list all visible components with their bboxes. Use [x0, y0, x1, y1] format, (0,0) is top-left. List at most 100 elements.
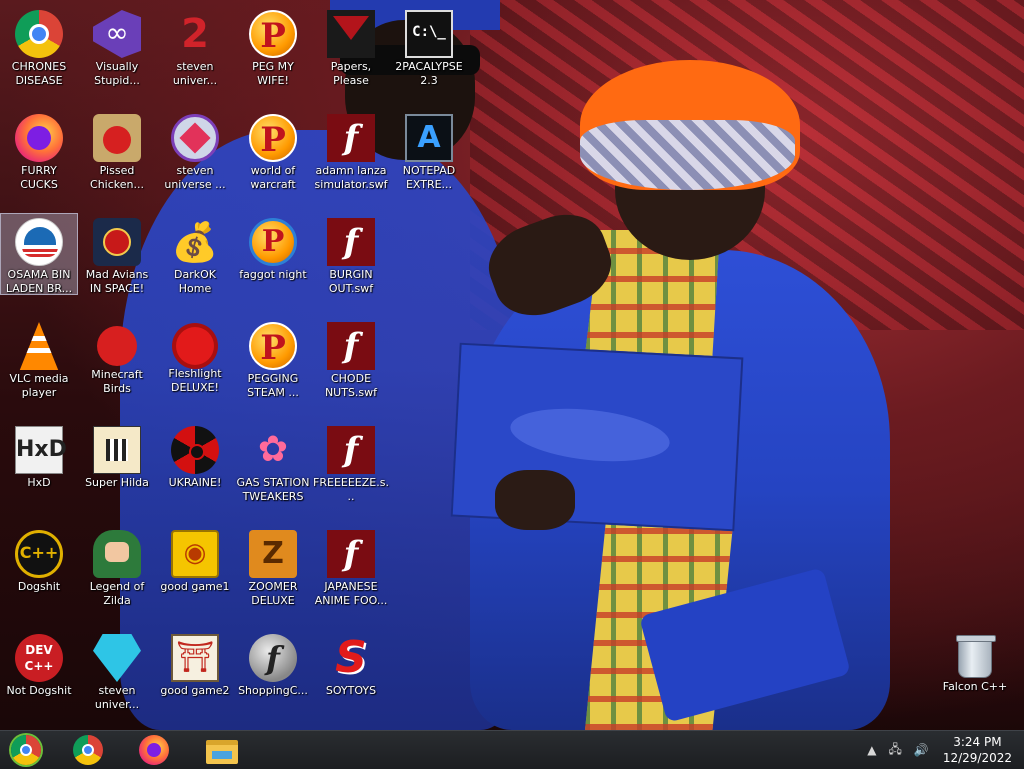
desktop-icon-minecraft-birds[interactable]: Minecraft Birds [79, 318, 155, 396]
red-bird-icon [97, 326, 137, 366]
chrome-icon [15, 10, 63, 58]
desktop-icon-good-game1[interactable]: ◉ good game1 [157, 526, 233, 594]
desktop-icon-label: ShoppingC... [238, 684, 308, 697]
desktop-icon-pissed-chicken[interactable]: Pissed Chicken... [79, 110, 155, 192]
taskbar: ▲ 🖧 🔊 3:24 PM 12/29/2022 [0, 730, 1024, 769]
desktop-icon-label: Fleshlight DELUXE! [168, 367, 222, 394]
desktop-icon-good-game2[interactable]: ⛩ good game2 [157, 630, 233, 698]
vlc-cone-icon [19, 322, 59, 370]
desktop-icon-label: Falcon C++ [942, 680, 1008, 693]
desktop-icon-label: NOTEPAD EXTRE... [402, 164, 456, 191]
desktop-icon-2pacalypse[interactable]: C:\_ 2PACALYPSE 2.3 [391, 6, 467, 88]
desktop-icon-label: Dogshit [17, 580, 61, 593]
desktop-icon-label: Legend of Zilda [89, 580, 145, 607]
desktop-icon-label: adamn lanza simulator.swf [314, 164, 388, 191]
taskbar-firefox-button[interactable] [128, 733, 180, 767]
desktop-icon-steven-universe-diamond[interactable]: steven univer... [79, 630, 155, 712]
start-button[interactable] [0, 733, 52, 767]
desktop-icon-steven-universe-gem[interactable]: steven universe ... [157, 110, 233, 192]
desktop-icon-freeeeeze[interactable]: f FREEEEEZE.s... [313, 422, 389, 504]
desktop-icon-ukraine[interactable]: UKRAINE! [157, 422, 233, 490]
desktop-icon-label: DarkOK Home [174, 268, 216, 295]
desktop-icon-adamn-lanza-simulator[interactable]: f adamn lanza simulator.swf [313, 110, 389, 192]
steven-universe-2-icon: 2 [181, 11, 209, 57]
desktop-icon-vlc[interactable]: VLC media player [1, 318, 77, 400]
dev-cpp-icon: DEV C++ [15, 634, 63, 682]
desktop-icon-world-of-warcraft[interactable]: P world of warcraft [235, 110, 311, 192]
desktop-icon-furry-cucks[interactable]: FURRY CUCKS [1, 110, 77, 192]
command-prompt-icon: C:\_ [405, 10, 453, 58]
desktop-icon-darkok-home[interactable]: 💰 DarkOK Home [157, 214, 233, 296]
desktop-icon-label: good game2 [160, 684, 230, 697]
dev-cpp-icon-line2: C++ [24, 659, 54, 673]
desktop-icon-chrones-disease[interactable]: CHRONES DISEASE [1, 6, 77, 88]
taskbar-chrome-button[interactable] [62, 733, 114, 767]
desktop-icon-soytoys[interactable]: S SOYTOYS [313, 630, 389, 698]
angry-birds-seasons-icon [93, 114, 141, 162]
taskbar-file-explorer-button[interactable] [196, 733, 248, 767]
desktop-icon-label: world of warcraft [250, 164, 296, 191]
hxd-icon: HxD [15, 426, 67, 474]
desktop-icon-japanese-anime[interactable]: f JAPANESE ANIME FOO... [313, 526, 389, 608]
desktop-icon-label: PEGGING STEAM ... [247, 372, 299, 399]
desktop-icon-faggot-night[interactable]: P faggot night [235, 214, 311, 282]
desktop-icon-label: UKRAINE! [168, 476, 222, 489]
desktop-icon-label: faggot night [239, 268, 307, 281]
desktop-icon-papers-please[interactable]: Papers, Please [313, 6, 389, 88]
flash-icon: f [327, 218, 375, 266]
dogshit-cpp-icon: C++ [15, 530, 63, 578]
desktop-icon-legend-of-zilda[interactable]: Legend of Zilda [79, 526, 155, 608]
system-tray: ▲ 🖧 🔊 3:24 PM 12/29/2022 [861, 731, 1024, 769]
desktop-icon-chode-nuts[interactable]: f CHODE NUTS.swf [313, 318, 389, 400]
desktop-icon-mad-avians[interactable]: Mad Avians IN SPACE! [79, 214, 155, 296]
taskbar-clock[interactable]: 3:24 PM 12/29/2022 [935, 734, 1024, 766]
desktop-icon-falcon-cpp[interactable]: Falcon C++ [937, 630, 1013, 694]
desktop-icon-label: OSAMA BIN LADEN BR... [5, 268, 73, 295]
volume-icon[interactable]: 🔊 [908, 743, 935, 757]
torii-tile-icon: ⛩ [171, 634, 219, 682]
desktop-icon-not-dogshit[interactable]: DEV C++ Not Dogshit [1, 630, 77, 698]
network-icon[interactable]: 🖧 [882, 740, 907, 761]
chrome-icon [73, 735, 103, 765]
clock-time: 3:24 PM [953, 735, 1002, 749]
desktop-icon-label: Minecraft Birds [91, 368, 143, 395]
desktop-icon-label: Pissed Chicken... [90, 164, 144, 191]
desktop-icon-label: steven universe ... [164, 164, 226, 191]
folder-icon [206, 740, 238, 764]
desktop-icon-label: Mad Avians IN SPACE! [85, 268, 149, 295]
desktop-icon-label: CHODE NUTS.swf [324, 372, 378, 399]
desktop-icon-fleshlight-deluxe[interactable]: Fleshlight DELUXE! [157, 318, 233, 395]
firefox-icon [139, 735, 169, 765]
dev-cpp-icon-line1: DEV [25, 643, 53, 657]
desktop-icon-label: ZOOMER DELUXE [248, 580, 298, 607]
flash-player-icon: f [249, 634, 297, 682]
flash-icon: f [327, 426, 375, 474]
visual-studio-icon [93, 10, 141, 58]
desktop-icon-label: steven univer... [172, 60, 218, 87]
pegging-p-icon: P [249, 114, 297, 162]
angry-birds-space-icon [93, 218, 141, 266]
desktop-icon-hxd[interactable]: HxD HxD [1, 422, 77, 490]
desktop-icon-label: PEG MY WIFE! [252, 60, 294, 87]
papers-please-icon [327, 10, 375, 58]
desktop-icon-label: BURGIN OUT.swf [328, 268, 374, 295]
desktop-icon-gas-station-tweakers[interactable]: ✿ GAS STATION TWEAKERS [235, 422, 311, 504]
show-hidden-icons-chevron-icon[interactable]: ▲ [861, 743, 882, 757]
desktop-icon-label: VLC media player [9, 372, 69, 399]
desktop-icon-zoomer-deluxe[interactable]: Z ZOOMER DELUXE [235, 526, 311, 608]
obama-logo-icon [15, 218, 63, 266]
gem-icon [171, 114, 219, 162]
desktop-icon-burgin-out[interactable]: f BURGIN OUT.swf [313, 214, 389, 296]
desktop-icon-notepad-extreme[interactable]: A NOTEPAD EXTRE... [391, 110, 467, 192]
desktop-icon-super-hilda[interactable]: Super Hilda [79, 422, 155, 490]
desktop-icon-label: 2PACALYPSE 2.3 [395, 60, 463, 87]
desktop-icon-dogshit[interactable]: C++ Dogshit [1, 526, 77, 594]
desktop-icon-steven-universe-2[interactable]: 2 steven univer... [157, 6, 233, 88]
desktop-icon-osama-bin-laden[interactable]: OSAMA BIN LADEN BR... [0, 213, 78, 295]
desktop-icon-pegging-steam[interactable]: P PEGGING STEAM ... [235, 318, 311, 400]
blue-diamond-icon [93, 634, 141, 682]
desktop-icon-peg-my-wife[interactable]: P PEG MY WIFE! [235, 6, 311, 88]
desktop-icon-shoppingc[interactable]: f ShoppingC... [235, 630, 311, 698]
desktop-icon-label: good game1 [160, 580, 230, 593]
desktop-icon-visually-stupid[interactable]: Visually Stupid... [79, 6, 155, 88]
